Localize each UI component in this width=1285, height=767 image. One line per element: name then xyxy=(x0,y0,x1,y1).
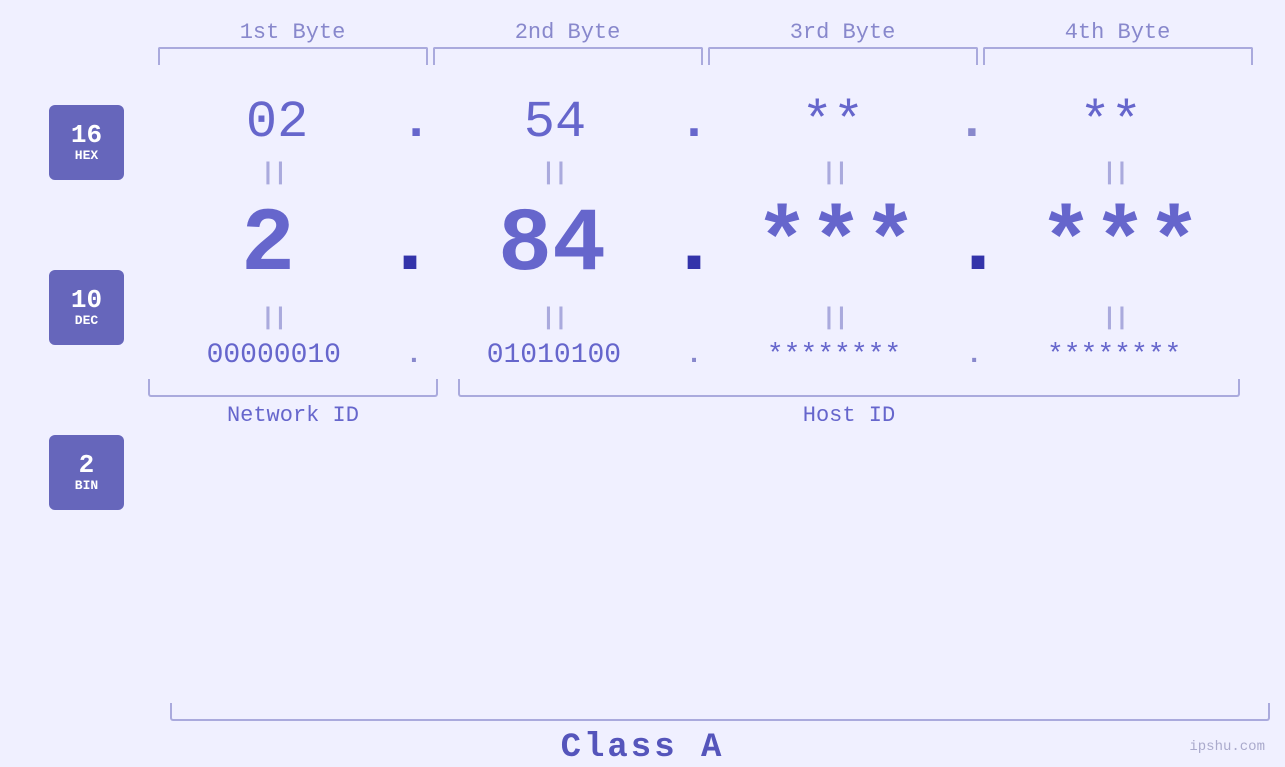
values-area: 02 . 54 . ** . ** || xyxy=(133,75,1285,428)
hex-cell-1: 02 xyxy=(142,93,412,152)
network-id-label: Network ID xyxy=(148,403,438,428)
eq2-2: || xyxy=(541,305,566,332)
bin-cell-1: 00000010 xyxy=(139,340,409,371)
eq-3: || xyxy=(822,160,847,187)
host-id-bracket xyxy=(458,379,1240,397)
network-id-bracket xyxy=(148,379,438,397)
host-id-label: Host ID xyxy=(458,403,1240,428)
equals-row-1: || || || || xyxy=(133,156,1255,191)
bracket-3 xyxy=(708,47,978,65)
main-area: 16 HEX 10 DEC 2 BIN 02 . 54 xyxy=(0,75,1285,695)
dec-value-row: 2 . 84 . *** . *** xyxy=(133,195,1255,297)
hex-badge: 16 HEX xyxy=(49,105,124,180)
byte-header-3: 3rd Byte xyxy=(708,20,978,45)
class-bracket xyxy=(170,703,1270,721)
dec-val-3: *** xyxy=(755,195,917,297)
class-label-row: Class A xyxy=(0,729,1285,767)
bin-cell-4: ******** xyxy=(979,340,1249,371)
byte-header-2: 2nd Byte xyxy=(433,20,703,45)
bracket-4 xyxy=(983,47,1253,65)
eq2-1: || xyxy=(261,305,286,332)
hex-cell-4: ** xyxy=(976,93,1246,152)
eq-cell-2: || xyxy=(419,160,689,187)
hex-value-row: 02 . 54 . ** . ** xyxy=(133,93,1255,152)
equals-row-2: || || || || xyxy=(133,301,1255,336)
eq2-3: || xyxy=(822,305,847,332)
top-brackets xyxy=(0,47,1285,65)
hex-cell-2: 54 xyxy=(420,93,690,152)
bin-badge: 2 BIN xyxy=(49,435,124,510)
dec-cell-3: *** xyxy=(701,195,971,297)
main-container: 1st Byte 2nd Byte 3rd Byte 4th Byte 16 H… xyxy=(0,0,1285,767)
bin-cell-3: ******** xyxy=(699,340,969,371)
byte-headers-row: 1st Byte 2nd Byte 3rd Byte 4th Byte xyxy=(0,20,1285,45)
hex-val-3: ** xyxy=(802,93,864,152)
bin-value-row: 00000010 . 01010100 . ******** . *******… xyxy=(133,340,1255,371)
hex-val-1: 02 xyxy=(246,93,308,152)
eq-cell-1: || xyxy=(138,160,408,187)
bin-val-3: ******** xyxy=(767,340,901,371)
bin-val-2: 01010100 xyxy=(487,340,621,371)
eq2-cell-4: || xyxy=(980,305,1250,332)
eq2-cell-3: || xyxy=(699,305,969,332)
eq-4: || xyxy=(1102,160,1127,187)
badges-column: 16 HEX 10 DEC 2 BIN xyxy=(0,105,133,600)
eq2-cell-1: || xyxy=(138,305,408,332)
bin-cell-2: 01010100 xyxy=(419,340,689,371)
dec-cell-1: 2 xyxy=(133,195,403,297)
bottom-brackets-row xyxy=(133,379,1255,397)
hex-val-2: 54 xyxy=(524,93,586,152)
dec-badge: 10 DEC xyxy=(49,270,124,345)
byte-header-1: 1st Byte xyxy=(158,20,428,45)
byte-header-4: 4th Byte xyxy=(983,20,1253,45)
dec-val-4: *** xyxy=(1039,195,1201,297)
hex-cell-3: ** xyxy=(698,93,968,152)
bin-val-1: 00000010 xyxy=(207,340,341,371)
class-label: Class A xyxy=(561,729,725,767)
bin-val-4: ******** xyxy=(1047,340,1181,371)
id-labels-row: Network ID Host ID xyxy=(133,403,1255,428)
bracket-2 xyxy=(433,47,703,65)
dec-cell-2: 84 xyxy=(417,195,687,297)
hex-val-4: ** xyxy=(1080,93,1142,152)
eq-1: || xyxy=(261,160,286,187)
watermark: ipshu.com xyxy=(1189,739,1265,755)
eq2-cell-2: || xyxy=(419,305,689,332)
dec-cell-4: *** xyxy=(985,195,1255,297)
bracket-1 xyxy=(158,47,428,65)
eq-cell-3: || xyxy=(699,160,969,187)
eq2-4: || xyxy=(1102,305,1127,332)
eq-2: || xyxy=(541,160,566,187)
dec-val-1: 2 xyxy=(241,195,295,297)
eq-cell-4: || xyxy=(980,160,1250,187)
dec-val-2: 84 xyxy=(498,195,606,297)
